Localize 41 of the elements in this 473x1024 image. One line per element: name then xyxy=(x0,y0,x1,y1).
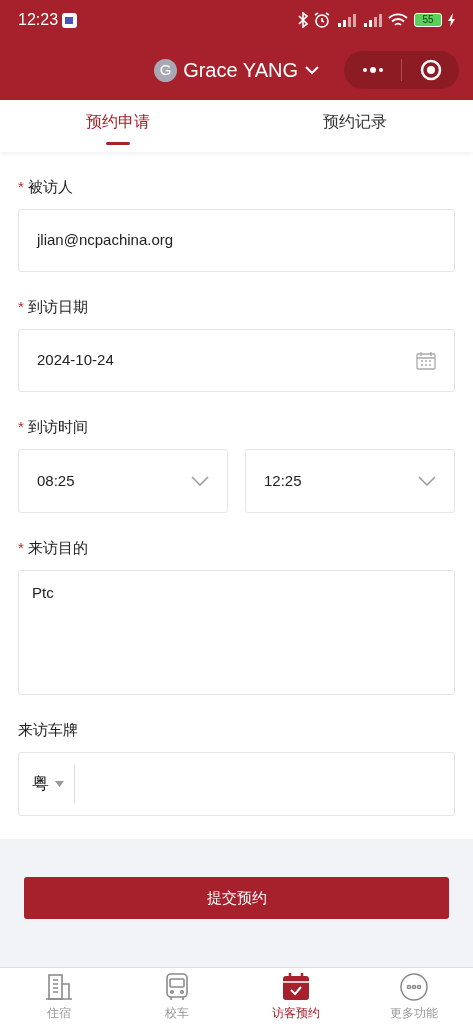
battery-indicator: 55 xyxy=(414,13,442,27)
signal-icon xyxy=(336,13,356,27)
time-select[interactable]: 12:25 xyxy=(245,449,455,513)
calendar-icon xyxy=(416,351,436,370)
nav-item[interactable]: 访客预约 xyxy=(236,968,355,1024)
chevron-down-icon xyxy=(191,476,209,486)
time-select[interactable]: 08:25 xyxy=(18,449,228,513)
tab[interactable]: 预约记录 xyxy=(236,100,473,152)
target-icon xyxy=(419,59,442,81)
charging-icon xyxy=(448,13,455,27)
plate-field[interactable]: 粤 xyxy=(18,752,455,816)
chevron-down-icon xyxy=(304,65,320,75)
date-field[interactable]: 2024-10-24 xyxy=(18,329,455,392)
required-asterisk: * xyxy=(18,296,24,317)
field-label: 被访人 xyxy=(27,176,73,197)
required-asterisk: * xyxy=(18,176,24,197)
building-icon xyxy=(44,972,75,1002)
tab[interactable]: 预约申请 xyxy=(0,100,237,152)
clock-time: 12:23 xyxy=(18,10,59,30)
required-asterisk: * xyxy=(18,537,24,558)
app-notification-icon xyxy=(62,12,78,28)
field-label: 来访目的 xyxy=(27,537,88,558)
field-label: 来访车牌 xyxy=(18,719,78,740)
purpose-textarea[interactable]: Ptc xyxy=(18,570,455,695)
avatar: G xyxy=(154,58,178,82)
bluetooth-icon xyxy=(298,12,308,28)
field-label: 到访时间 xyxy=(27,416,88,437)
visitee-field[interactable]: jlian@ncpachina.org xyxy=(18,209,455,272)
alarm-icon xyxy=(314,12,330,28)
province-select[interactable]: 粤 xyxy=(19,765,75,803)
signal-icon xyxy=(362,13,382,27)
caret-icon xyxy=(55,781,64,787)
more-dots-icon xyxy=(361,67,384,73)
required-asterisk: * xyxy=(18,416,24,437)
field-label: 到访日期 xyxy=(27,296,88,317)
account-switcher[interactable]: G Grace YANG xyxy=(154,55,320,85)
calendar-check-icon xyxy=(280,972,311,1002)
submit-button[interactable]: 提交预约 xyxy=(24,877,449,919)
chevron-down-icon xyxy=(418,476,436,486)
more-icon xyxy=(398,972,429,1002)
wifi-icon xyxy=(388,12,408,28)
